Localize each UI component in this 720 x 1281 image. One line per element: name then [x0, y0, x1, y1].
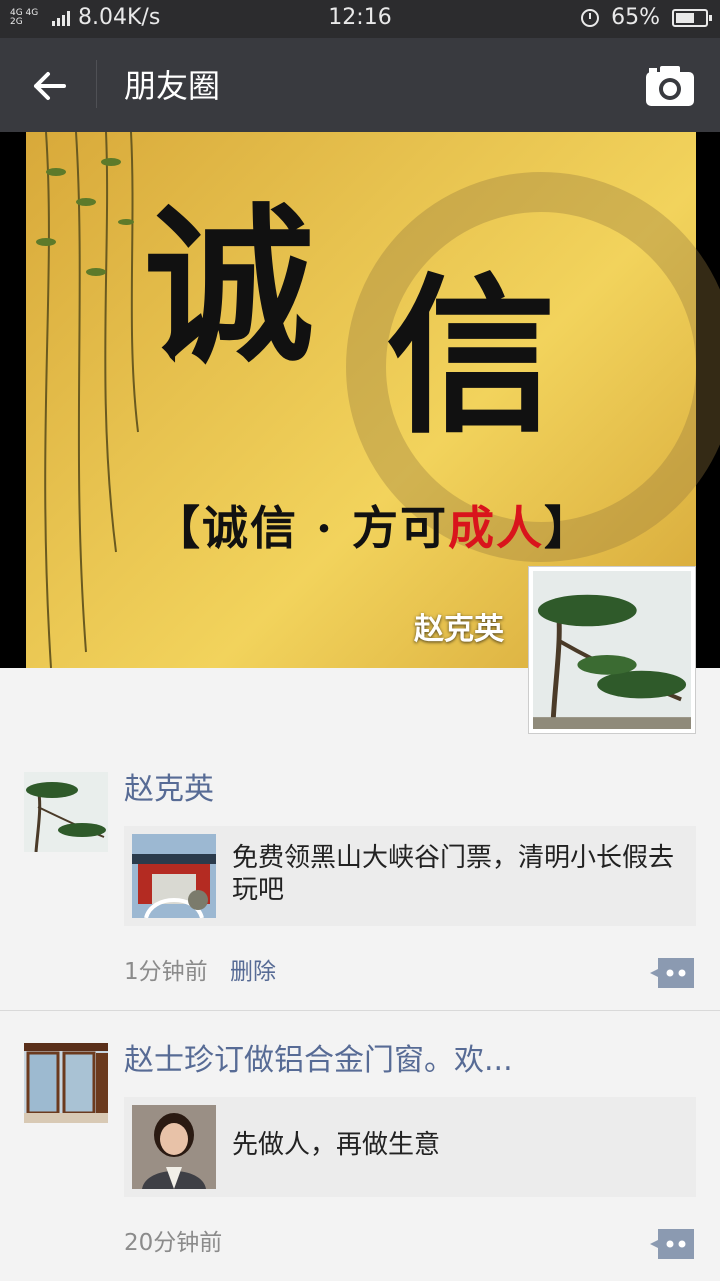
link-thumbnail: [132, 1105, 216, 1189]
pine-tree-image: [533, 571, 691, 729]
gate-image: [132, 834, 216, 918]
link-title: 先做人，再做生意: [232, 1130, 441, 1160]
navigation-bar: 朋友圈: [0, 38, 720, 132]
nav-divider: [96, 60, 97, 108]
moments-feed: 赵克英 免费领黑山大峡谷门票，清明小长假去玩吧 1分钟前 删除 赵士珍订做铝合金…: [0, 740, 720, 1281]
network-speed: 8.04K/s: [78, 5, 161, 30]
back-arrow-icon[interactable]: [26, 64, 70, 108]
cover-char-cheng: 诚: [144, 187, 315, 387]
author-name[interactable]: 赵士珍订做铝合金门窗。欢...: [124, 1041, 513, 1081]
status-right: 65%: [581, 5, 712, 30]
post-time: 20分钟前: [124, 1230, 223, 1256]
author-avatar[interactable]: [24, 1043, 108, 1123]
post-time: 1分钟前: [124, 959, 208, 985]
comment-more-icon[interactable]: [650, 1229, 694, 1259]
profile-avatar[interactable]: [528, 566, 696, 734]
cover-user-name: 赵克英: [414, 612, 504, 647]
battery-percent: 65%: [611, 5, 660, 30]
feed-post: 赵士珍订做铝合金门窗。欢... 先做人，再做生意 20分钟前: [0, 1011, 720, 1281]
alarm-icon: [581, 8, 600, 27]
cover-slogan: 【诚信 · 方可成人】: [154, 492, 592, 558]
page-title: 朋友圈: [124, 67, 221, 105]
cover-char-xin: 信: [386, 257, 557, 457]
network-type: 4G 4G 2G: [10, 8, 44, 27]
delete-button[interactable]: 删除: [230, 952, 276, 986]
camera-icon[interactable]: [644, 62, 696, 110]
link-title: 免费领黑山大峡谷门票，清明小长假去玩吧: [232, 843, 675, 905]
slogan-bracket-open: 【: [154, 501, 202, 555]
signal-icon: [52, 10, 70, 26]
pine-tree-avatar-image: [24, 772, 108, 852]
status-bar: 4G 4G 2G 8.04K/s 12:16 65%: [0, 0, 720, 38]
window-room-avatar-image: [24, 1043, 108, 1123]
feed-post: 赵克英 免费领黑山大峡谷门票，清明小长假去玩吧 1分钟前 删除: [0, 740, 720, 1011]
woman-portrait-image: [132, 1105, 216, 1189]
willow-decoration: [36, 132, 139, 668]
comment-more-icon[interactable]: [650, 958, 694, 988]
network-type-bottom: 2G: [10, 16, 23, 27]
link-thumbnail: [132, 834, 216, 918]
battery-icon: [672, 8, 712, 27]
shared-link-card[interactable]: 先做人，再做生意: [124, 1097, 696, 1197]
slogan-bracket-close: 】: [544, 501, 593, 555]
author-name[interactable]: 赵克英: [124, 770, 214, 810]
slogan-red: 成人: [448, 501, 545, 555]
slogan-main: 诚信 · 方可: [202, 501, 449, 555]
status-left: 4G 4G 2G 8.04K/s: [10, 5, 160, 30]
author-avatar[interactable]: [24, 772, 108, 852]
shared-link-card[interactable]: 免费领黑山大峡谷门票，清明小长假去玩吧: [124, 826, 696, 926]
